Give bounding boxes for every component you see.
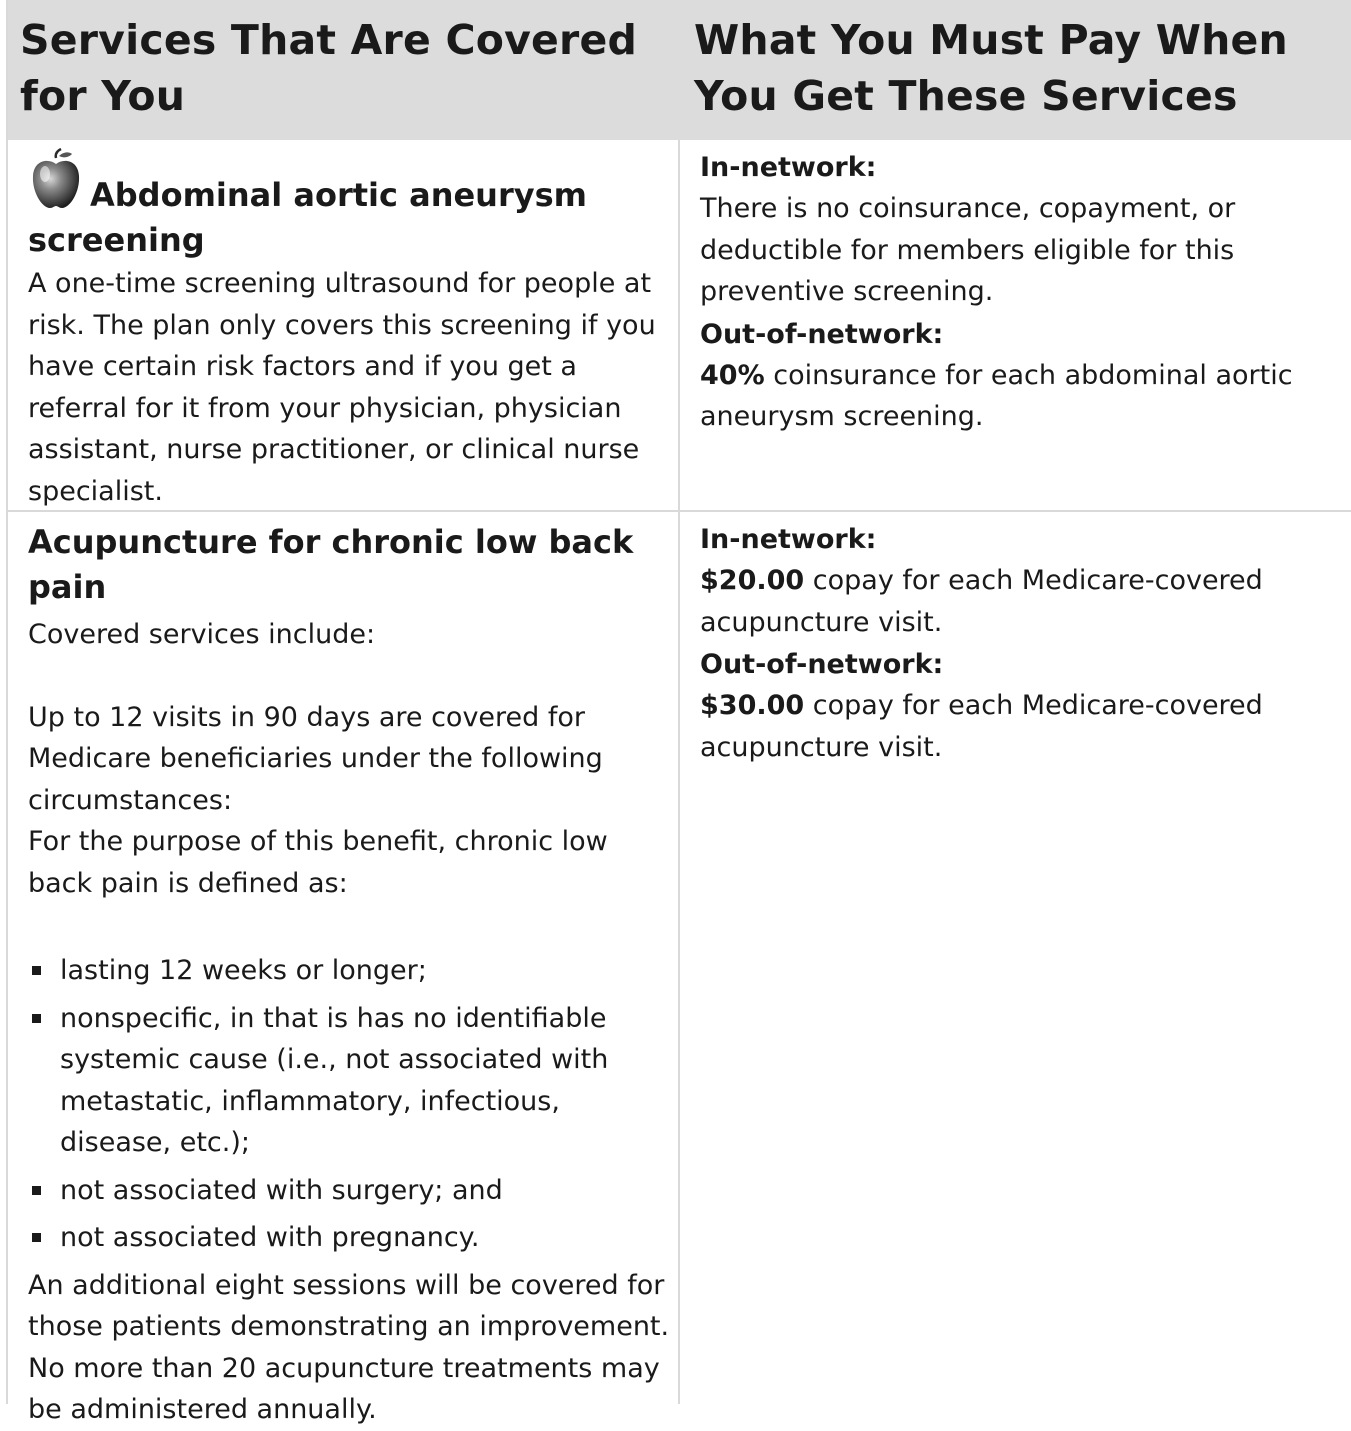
out-network-text: $30.00 copay for each Medicare-covered a…: [700, 685, 1341, 768]
header-what-you-pay: What You Must Pay When You Get These Ser…: [694, 16, 1288, 120]
service-description: A one-time screening ultrasound for peop…: [28, 268, 656, 507]
out-network-text: 40% coinsurance for each abdominal aorti…: [700, 355, 1341, 438]
in-network-amount: $20.00: [700, 565, 805, 596]
bullet-square-icon: [32, 1013, 41, 1023]
service-cell: Acupuncture for chronic low back pain Co…: [8, 512, 680, 1425]
apple-icon: [28, 147, 84, 212]
service-title: Abdominal aortic aneurysm screening: [28, 176, 587, 259]
header-covered-services: Services That Are Covered for You: [20, 16, 638, 120]
service-title-line: Abdominal aortic aneurysm screening: [28, 147, 670, 263]
criteria-list: lasting 12 weeks or longer; nonspecific,…: [28, 950, 670, 1259]
service-closing: An additional eight sessions will be cov…: [28, 1269, 670, 1426]
in-network-text: There is no coinsurance, copayment, or d…: [700, 193, 1236, 307]
out-network-amount: 40%: [700, 359, 765, 391]
in-network-text: $20.00 copay for each Medicare-covered a…: [700, 560, 1341, 643]
out-network-label: Out-of-network:: [700, 318, 944, 350]
list-item: not associated with pregnancy.: [28, 1217, 670, 1259]
table-header: Services That Are Covered for You What Y…: [8, 0, 1351, 140]
out-network-detail: coinsurance for each abdominal aortic an…: [700, 359, 1293, 433]
bullet-square-icon: [32, 966, 41, 975]
in-network-label: In-network:: [700, 152, 877, 183]
table-row: Acupuncture for chronic low back pain Co…: [8, 510, 1351, 1425]
bullet-square-icon: [32, 1185, 41, 1195]
list-item: not associated with surgery; and: [28, 1170, 670, 1212]
list-item: lasting 12 weeks or longer;: [28, 950, 670, 992]
out-network-label: Out-of-network:: [700, 649, 944, 680]
payment-cell: In-network: $20.00 copay for each Medica…: [680, 512, 1351, 1404]
benefits-table: Services That Are Covered for You What Y…: [6, 0, 1351, 1425]
out-network-amount: $30.00: [700, 690, 805, 721]
service-intro: Covered services include:: [28, 619, 376, 650]
payment-cell: In-network: There is no coinsurance, cop…: [680, 140, 1351, 510]
service-cell: Abdominal aortic aneurysm screening A on…: [8, 140, 680, 510]
service-paragraph: For the purpose of this benefit, chronic…: [28, 826, 608, 899]
service-title: Acupuncture for chronic low back pain: [28, 523, 634, 606]
bullet-square-icon: [32, 1233, 41, 1242]
list-item: nonspecific, in that is has no identifia…: [28, 998, 670, 1164]
in-network-label: In-network:: [700, 524, 877, 555]
table-row: Abdominal aortic aneurysm screening A on…: [8, 140, 1351, 510]
service-paragraph: Up to 12 visits in 90 days are covered f…: [28, 701, 603, 816]
